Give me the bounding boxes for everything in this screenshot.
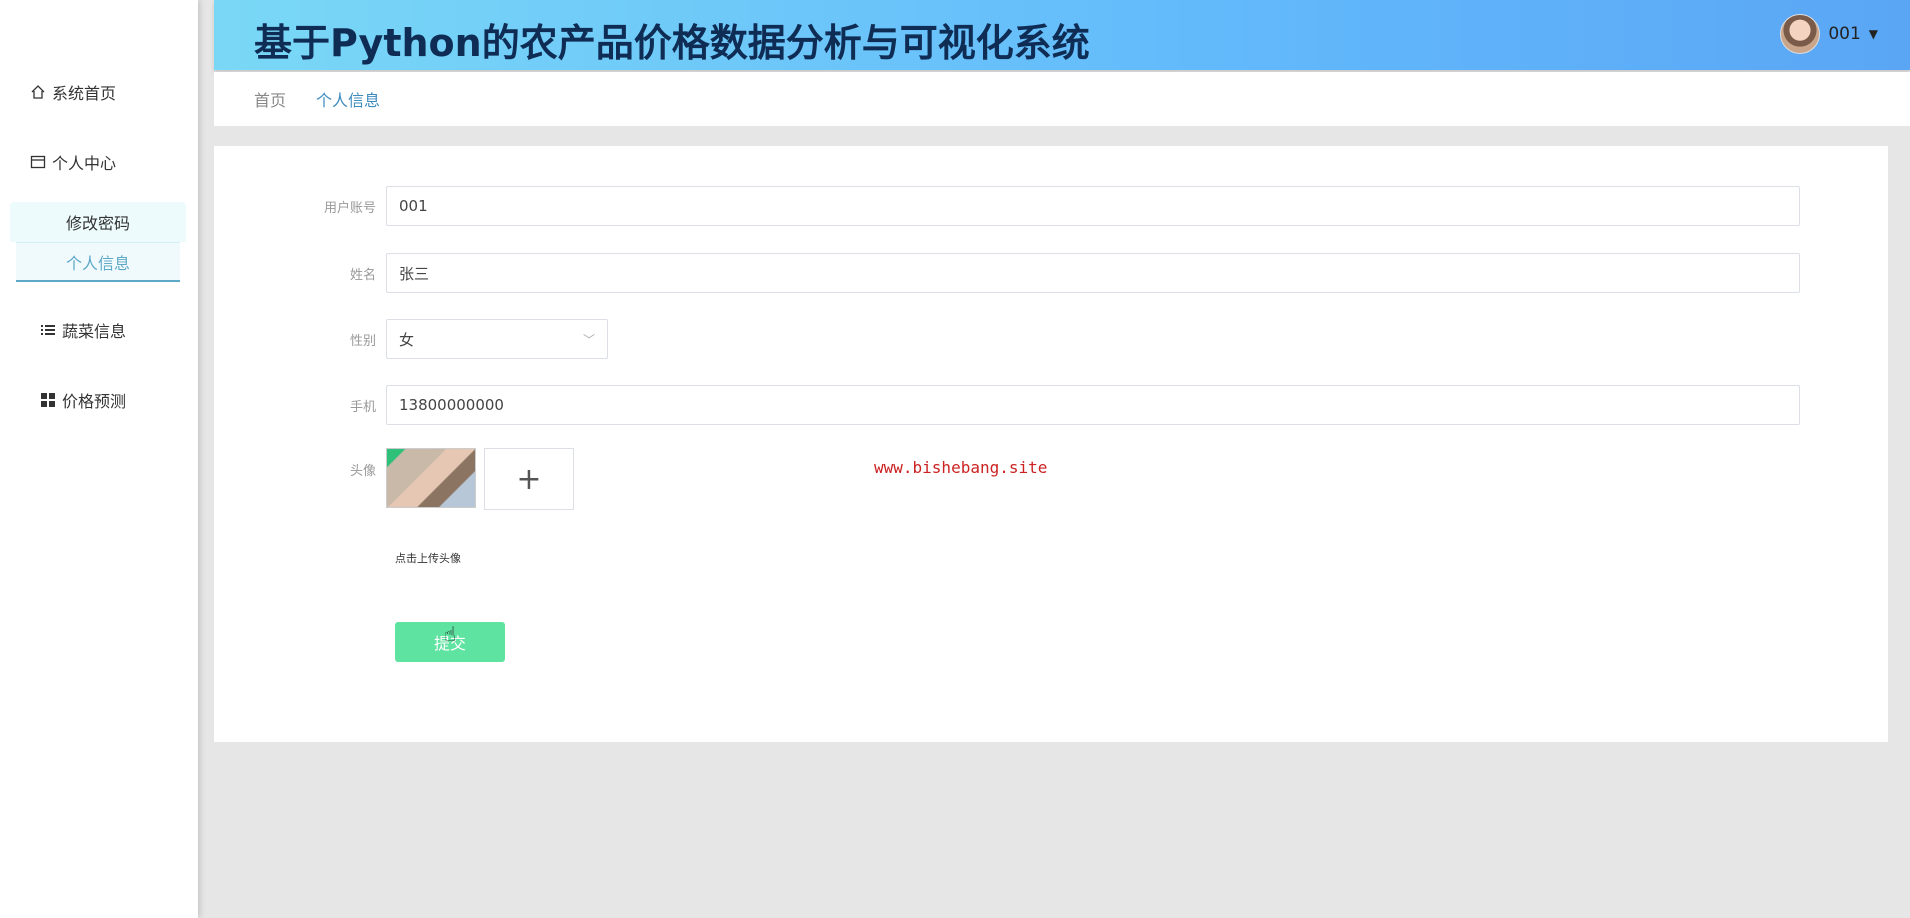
submenu-personal-info[interactable]: 个人信息 <box>16 242 180 282</box>
user-menu[interactable]: 001 ▼ <box>1780 14 1878 54</box>
form-row-phone: 手机 13800000000 <box>214 385 1800 425</box>
form-row-account: 用户账号 001 <box>214 186 1800 226</box>
grid-icon <box>40 392 56 408</box>
top-header: 基于Python的农产品价格数据分析与可视化系统 001 ▼ <box>214 0 1910 70</box>
sidebar: 系统首页 个人中心 修改密码 个人信息 蔬菜信息 价格预测 <box>0 0 198 918</box>
card-icon <box>30 154 46 170</box>
name-input[interactable]: 张三 <box>386 253 1800 293</box>
sidebar-item-label: 个人中心 <box>52 154 117 173</box>
avatar-thumbnail[interactable] <box>386 448 476 508</box>
sidebar-item-home[interactable]: 系统首页 <box>30 80 116 104</box>
home-icon <box>30 84 46 100</box>
gender-label: 性别 <box>349 333 376 349</box>
sidebar-item-personal-center[interactable]: 个人中心 <box>30 150 116 174</box>
personal-center-submenu: 修改密码 个人信息 <box>10 202 186 282</box>
form-row-avatar: 头像 + <box>214 448 574 510</box>
plus-icon: + <box>516 461 542 497</box>
phone-input[interactable]: 13800000000 <box>386 385 1800 425</box>
avatar <box>1780 14 1821 54</box>
chevron-down-icon: ﹀ <box>582 332 595 347</box>
account-input[interactable]: 001 <box>386 186 1800 226</box>
watermark-text: www.bishebang.site <box>874 458 1048 477</box>
hand-cursor-icon: ☝ <box>444 622 457 646</box>
gender-select[interactable]: 女 ﹀ <box>386 319 608 359</box>
sidebar-item-label: 价格预测 <box>62 392 127 411</box>
form-row-gender: 性别 女 ﹀ <box>214 319 608 359</box>
gender-value: 女 <box>399 330 415 349</box>
sidebar-item-label: 系统首页 <box>52 84 117 103</box>
sidebar-item-vegetables[interactable]: 蔬菜信息 <box>40 318 126 342</box>
username: 001 <box>1828 24 1861 44</box>
breadcrumb-current: 个人信息 <box>316 91 381 110</box>
breadcrumb: 首页 个人信息 <box>214 72 1910 126</box>
sidebar-item-price-forecast[interactable]: 价格预测 <box>40 388 126 412</box>
form-row-name: 姓名 张三 <box>214 253 1800 293</box>
account-label: 用户账号 <box>323 200 376 216</box>
upload-plus-button[interactable]: + <box>484 448 574 510</box>
breadcrumb-home[interactable]: 首页 <box>254 87 286 111</box>
avatar-label: 头像 <box>349 464 376 479</box>
upload-hint: 点击上传头像 <box>395 552 461 565</box>
phone-label: 手机 <box>349 399 376 415</box>
submenu-change-password[interactable]: 修改密码 <box>10 202 186 242</box>
app-title: 基于Python的农产品价格数据分析与可视化系统 <box>254 21 1090 65</box>
personal-info-form: 用户账号 001 姓名 张三 性别 女 ﹀ 手机 13800000000 头像 … <box>214 146 1888 742</box>
list-icon <box>40 322 56 338</box>
name-label: 姓名 <box>349 267 376 283</box>
caret-down-icon: ▼ <box>1868 27 1878 41</box>
sidebar-item-label: 蔬菜信息 <box>62 322 127 341</box>
